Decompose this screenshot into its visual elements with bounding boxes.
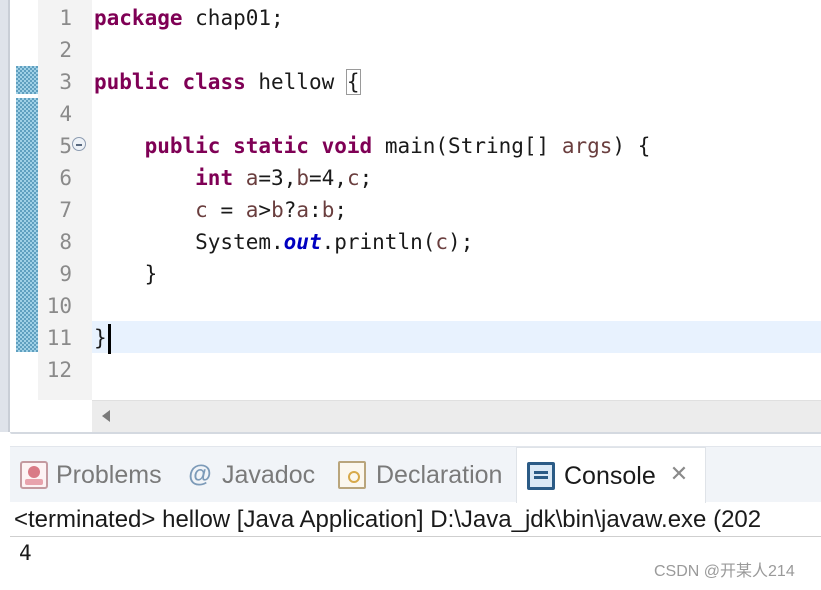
code-editor[interactable]: 1 2 3 4 5 6 7 8 9 10 11 12 package chap01; public cl… (0, 0, 821, 432)
editor-left-border-inner (8, 0, 10, 432)
view-tab-bar: Problems @ Javadoc Declaration Console ✕ (10, 446, 821, 503)
tab-label: Console (564, 462, 656, 490)
line-number: 4 (59, 102, 72, 126)
console-output[interactable]: 4 (19, 538, 32, 568)
tab-label: Problems (56, 461, 162, 489)
code-token: .println( (321, 230, 436, 254)
keyword-token: public (94, 70, 170, 94)
tab-label: Javadoc (222, 461, 316, 489)
line-number: 11 (46, 326, 72, 350)
tab-declaration[interactable]: Declaration (332, 447, 512, 503)
line-number: 9 (59, 262, 72, 286)
keyword-token: class (182, 70, 246, 94)
scroll-left-arrow-icon[interactable] (102, 410, 110, 422)
keyword-token: static (233, 134, 309, 158)
code-token: ; (334, 198, 347, 222)
change-marker[interactable] (16, 66, 38, 94)
line-number: 5 (59, 134, 72, 158)
code-token: ) { (612, 134, 651, 158)
line-number: 10 (46, 294, 72, 318)
code-line[interactable]: public class hellow { (94, 66, 361, 98)
horizontal-scrollbar[interactable] (92, 400, 821, 432)
code-token: ; (359, 166, 373, 190)
code-token: chap01; (182, 6, 284, 30)
line-number: 8 (59, 230, 72, 254)
keyword-token: void (321, 134, 373, 158)
console-divider (10, 536, 821, 537)
keyword-token: package (94, 6, 183, 30)
code-token: > (258, 198, 272, 222)
code-token: ? (283, 198, 297, 222)
javadoc-icon: @ (188, 461, 212, 488)
line-number: 6 (59, 166, 72, 190)
code-token: } (94, 262, 158, 286)
tab-javadoc[interactable]: @ Javadoc (182, 447, 322, 503)
code-line[interactable]: } (94, 322, 111, 354)
code-token: main(String[] (372, 134, 562, 158)
variable-token: b (321, 198, 335, 222)
variable-token: a (296, 198, 310, 222)
variable-token: a (245, 198, 259, 222)
declaration-icon (338, 461, 366, 489)
console-icon (527, 462, 555, 490)
code-token: = (207, 198, 246, 222)
variable-token: c (346, 166, 360, 190)
code-line[interactable]: int a=3,b=4,c; (94, 162, 372, 194)
variable-token: b (271, 198, 284, 222)
code-token: =4, (309, 166, 347, 190)
change-marker[interactable] (16, 98, 38, 352)
text-caret (107, 324, 111, 354)
code-token: ); (448, 230, 474, 254)
tab-label: Declaration (376, 461, 503, 489)
variable-token: c (435, 230, 449, 254)
keyword-token: int (195, 166, 234, 190)
tab-problems[interactable]: Problems (16, 447, 166, 503)
editor-bottom-border (10, 432, 821, 434)
variable-token: a (245, 166, 259, 190)
fold-collapse-icon[interactable] (72, 137, 86, 151)
tab-console[interactable]: Console ✕ (516, 447, 706, 503)
problems-icon (20, 461, 48, 489)
keyword-token: public (144, 134, 221, 158)
code-line[interactable]: c = a>b?a:b; (94, 194, 347, 226)
code-line[interactable]: package chap01; (94, 2, 284, 34)
current-line-highlight (92, 321, 821, 353)
code-line[interactable]: System.out.println(c); (94, 226, 473, 258)
variable-token: args (561, 134, 613, 158)
code-token: =3, (258, 166, 297, 190)
variable-token: b (296, 166, 309, 190)
watermark: CSDN @开某人214 (654, 563, 795, 580)
code-token: { (345, 69, 361, 95)
code-token: System. (94, 230, 284, 254)
code-line[interactable]: public static void main(String[] args) { (94, 130, 651, 162)
overview-ruler[interactable] (14, 0, 38, 400)
code-token: hellow (245, 70, 347, 94)
line-number: 1 (59, 6, 72, 30)
line-number: 2 (59, 38, 72, 62)
code-line[interactable]: } (94, 258, 158, 290)
close-icon[interactable]: ✕ (668, 463, 690, 485)
line-number: 3 (59, 70, 72, 94)
code-token: : (309, 198, 322, 222)
field-token: out (283, 230, 322, 254)
line-number: 12 (46, 358, 72, 382)
code-token: } (94, 326, 107, 350)
console-process-label: <terminated> hellow [Java Application] D… (14, 506, 762, 533)
line-number: 7 (59, 198, 72, 222)
variable-token: c (195, 198, 208, 222)
